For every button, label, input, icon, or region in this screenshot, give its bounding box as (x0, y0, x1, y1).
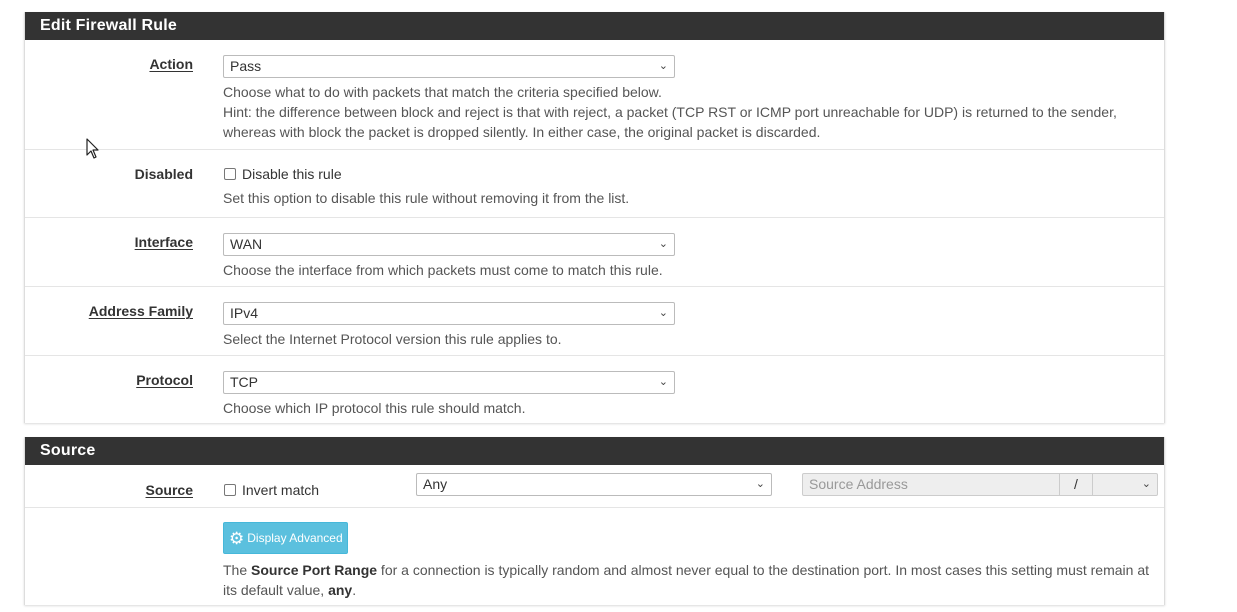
chevron-down-icon: ⌄ (755, 478, 765, 490)
action-help-line2: Hint: the difference between block and r… (223, 104, 1117, 120)
source-port-help-line1: The Source Port Range for a connection i… (223, 562, 1149, 578)
address-family-row: Address Family IPv4 ⌄ Select the Interne… (25, 287, 1164, 356)
interface-select[interactable]: WAN ⌄ (223, 233, 675, 256)
source-panel: Source Source Invert match Any ⌄ Source … (24, 437, 1165, 605)
advanced-row: ⚙ Display Advanced The Source Port Range… (25, 508, 1164, 605)
source-row: Source Invert match Any ⌄ Source Address… (25, 465, 1164, 508)
source-type-value: Any (423, 476, 448, 492)
interface-help: Choose the interface from which packets … (223, 262, 663, 278)
source-port-help-line2: its default value, any. (223, 582, 357, 598)
chevron-down-icon: ⌄ (658, 376, 668, 388)
panel-title: Source (25, 437, 1164, 465)
action-label[interactable]: Action (25, 56, 193, 72)
protocol-label[interactable]: Protocol (25, 372, 193, 388)
invert-match-checkbox[interactable]: Invert match (224, 482, 319, 498)
protocol-row: Protocol TCP ⌄ Choose which IP protocol … (25, 356, 1164, 424)
disable-rule-checkbox-label: Disable this rule (242, 166, 342, 182)
checkbox-box[interactable] (224, 484, 236, 496)
action-select-value: Pass (230, 58, 262, 74)
gear-icon: ⚙ (229, 528, 245, 548)
chevron-down-icon: ⌄ (658, 238, 668, 250)
protocol-select[interactable]: TCP ⌄ (223, 371, 675, 394)
source-address-input[interactable]: Source Address (809, 476, 908, 492)
cidr-slash: / (1059, 474, 1093, 495)
interface-label[interactable]: Interface (25, 234, 193, 250)
action-help: Choose what to do with packets that matc… (223, 82, 1117, 142)
action-help-line3: whereas with block the packet is dropped… (223, 124, 821, 140)
interface-select-value: WAN (230, 236, 263, 252)
source-address-group: Source Address / ⌄ (802, 473, 1158, 496)
display-advanced-button[interactable]: ⚙ Display Advanced (223, 522, 348, 554)
address-family-help: Select the Internet Protocol version thi… (223, 331, 562, 347)
panel-title: Edit Firewall Rule (25, 12, 1164, 40)
mouse-pointer-icon (86, 138, 99, 159)
chevron-down-icon: ⌄ (658, 60, 668, 72)
disabled-help: Set this option to disable this rule wit… (223, 190, 630, 206)
invert-match-label: Invert match (242, 482, 320, 498)
chevron-down-icon: ⌄ (658, 307, 668, 319)
chevron-down-icon[interactable]: ⌄ (1142, 477, 1151, 490)
interface-row: Interface WAN ⌄ Choose the interface fro… (25, 218, 1164, 287)
address-family-select-value: IPv4 (230, 305, 259, 321)
disabled-label: Disabled (134, 166, 193, 182)
protocol-help: Choose which IP protocol this rule shoul… (223, 400, 526, 416)
source-port-help: The Source Port Range for a connection i… (223, 560, 1153, 600)
address-family-label[interactable]: Address Family (25, 303, 193, 319)
action-row: Action Pass ⌄ Choose what to do with pac… (25, 40, 1164, 150)
address-family-select[interactable]: IPv4 ⌄ (223, 302, 675, 325)
disabled-row: Disabled Disable this rule Set this opti… (25, 150, 1164, 218)
display-advanced-label: Display Advanced (247, 531, 343, 545)
edit-firewall-rule-panel: Edit Firewall Rule Action Pass ⌄ Choose … (24, 12, 1165, 423)
disable-rule-checkbox[interactable]: Disable this rule (224, 166, 342, 182)
action-select[interactable]: Pass ⌄ (223, 55, 675, 78)
action-help-line1: Choose what to do with packets that matc… (223, 84, 662, 100)
checkbox-box[interactable] (224, 168, 236, 180)
source-label[interactable]: Source (25, 482, 193, 498)
source-type-select[interactable]: Any ⌄ (416, 473, 772, 496)
protocol-select-value: TCP (230, 374, 258, 390)
